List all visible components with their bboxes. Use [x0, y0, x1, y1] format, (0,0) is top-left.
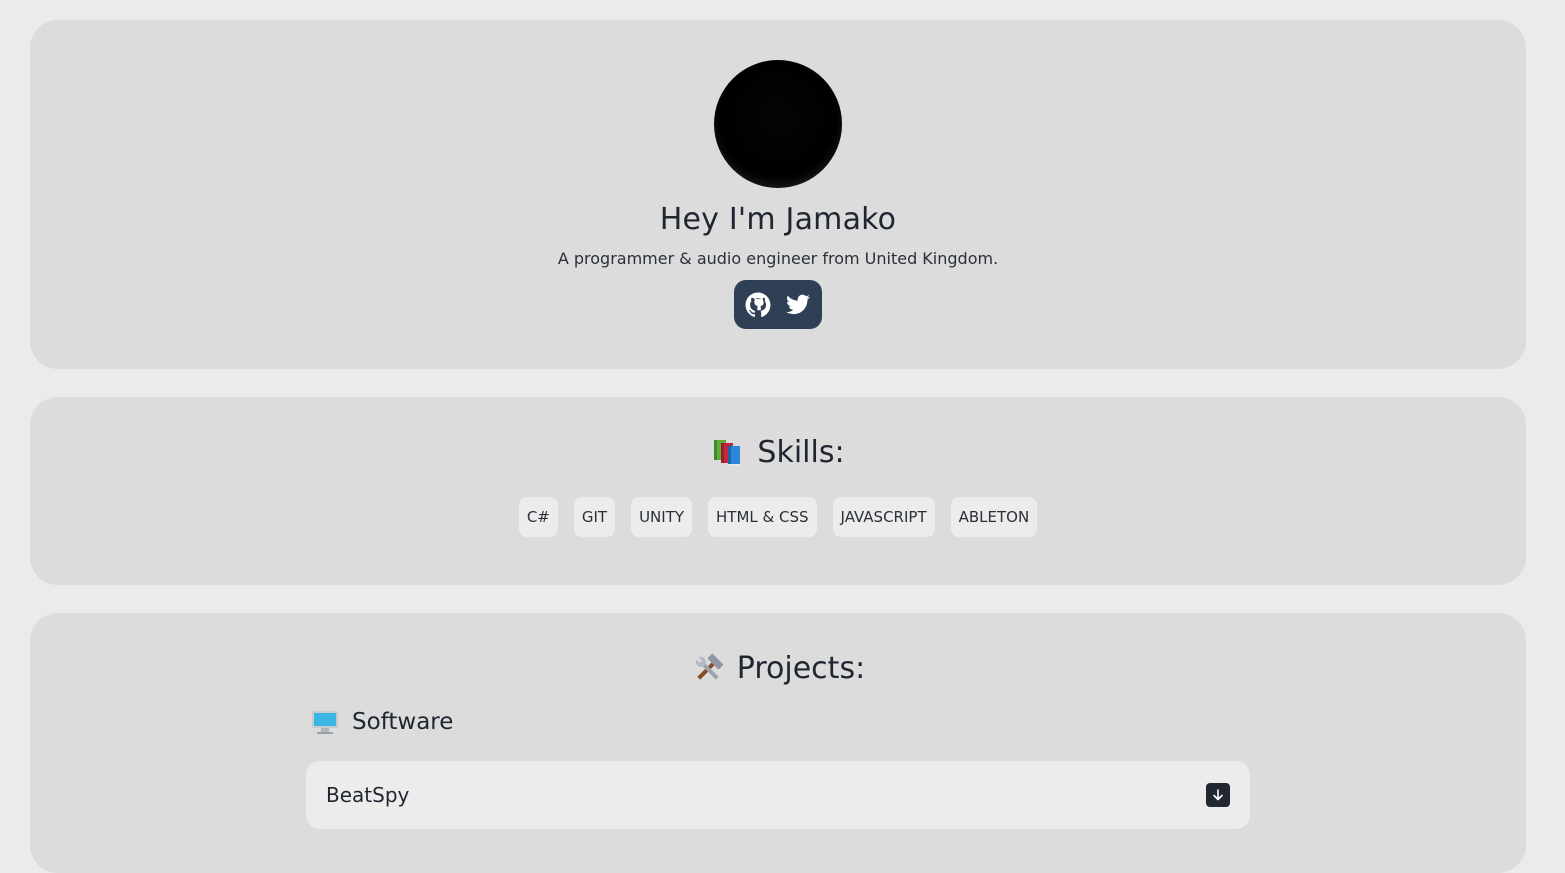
skill-chip: UNITY — [631, 497, 693, 537]
social-links — [734, 280, 822, 329]
books-icon — [711, 436, 745, 470]
github-icon[interactable] — [745, 292, 771, 318]
desktop-computer-icon — [308, 705, 342, 739]
skills-card: Skills: C# GIT UNITY HTML & CSS JAVASCRI… — [30, 397, 1526, 585]
hammer-and-wrench-icon — [691, 652, 725, 686]
project-name: BeatSpy — [326, 783, 410, 807]
profile-subtitle: A programmer & audio engineer from Unite… — [557, 249, 999, 268]
project-item-beatspy[interactable]: BeatSpy — [306, 761, 1250, 829]
skill-chip: HTML & CSS — [708, 497, 817, 537]
skill-chip: GIT — [573, 497, 616, 537]
software-heading: Software — [308, 705, 453, 739]
profile-card: Hey I'm Jamako A programmer & audio engi… — [30, 20, 1526, 369]
profile-title: Hey I'm Jamako — [659, 202, 897, 237]
skill-chip: C# — [518, 497, 558, 537]
projects-heading: Projects: — [30, 651, 1526, 686]
skill-chip: ABLETON — [950, 497, 1038, 537]
avatar — [714, 60, 842, 188]
projects-title: Projects: — [736, 651, 866, 686]
software-label: Software — [352, 709, 454, 735]
projects-card: Projects: Software BeatSpy — [30, 613, 1526, 873]
skills-list: C# GIT UNITY HTML & CSS JAVASCRIPT ABLET… — [30, 497, 1526, 537]
skills-title: Skills: — [757, 435, 845, 470]
skill-chip: JAVASCRIPT — [832, 497, 935, 537]
twitter-icon[interactable] — [785, 292, 811, 318]
download-arrow-icon[interactable] — [1206, 783, 1230, 807]
skills-heading: Skills: — [30, 435, 1526, 470]
